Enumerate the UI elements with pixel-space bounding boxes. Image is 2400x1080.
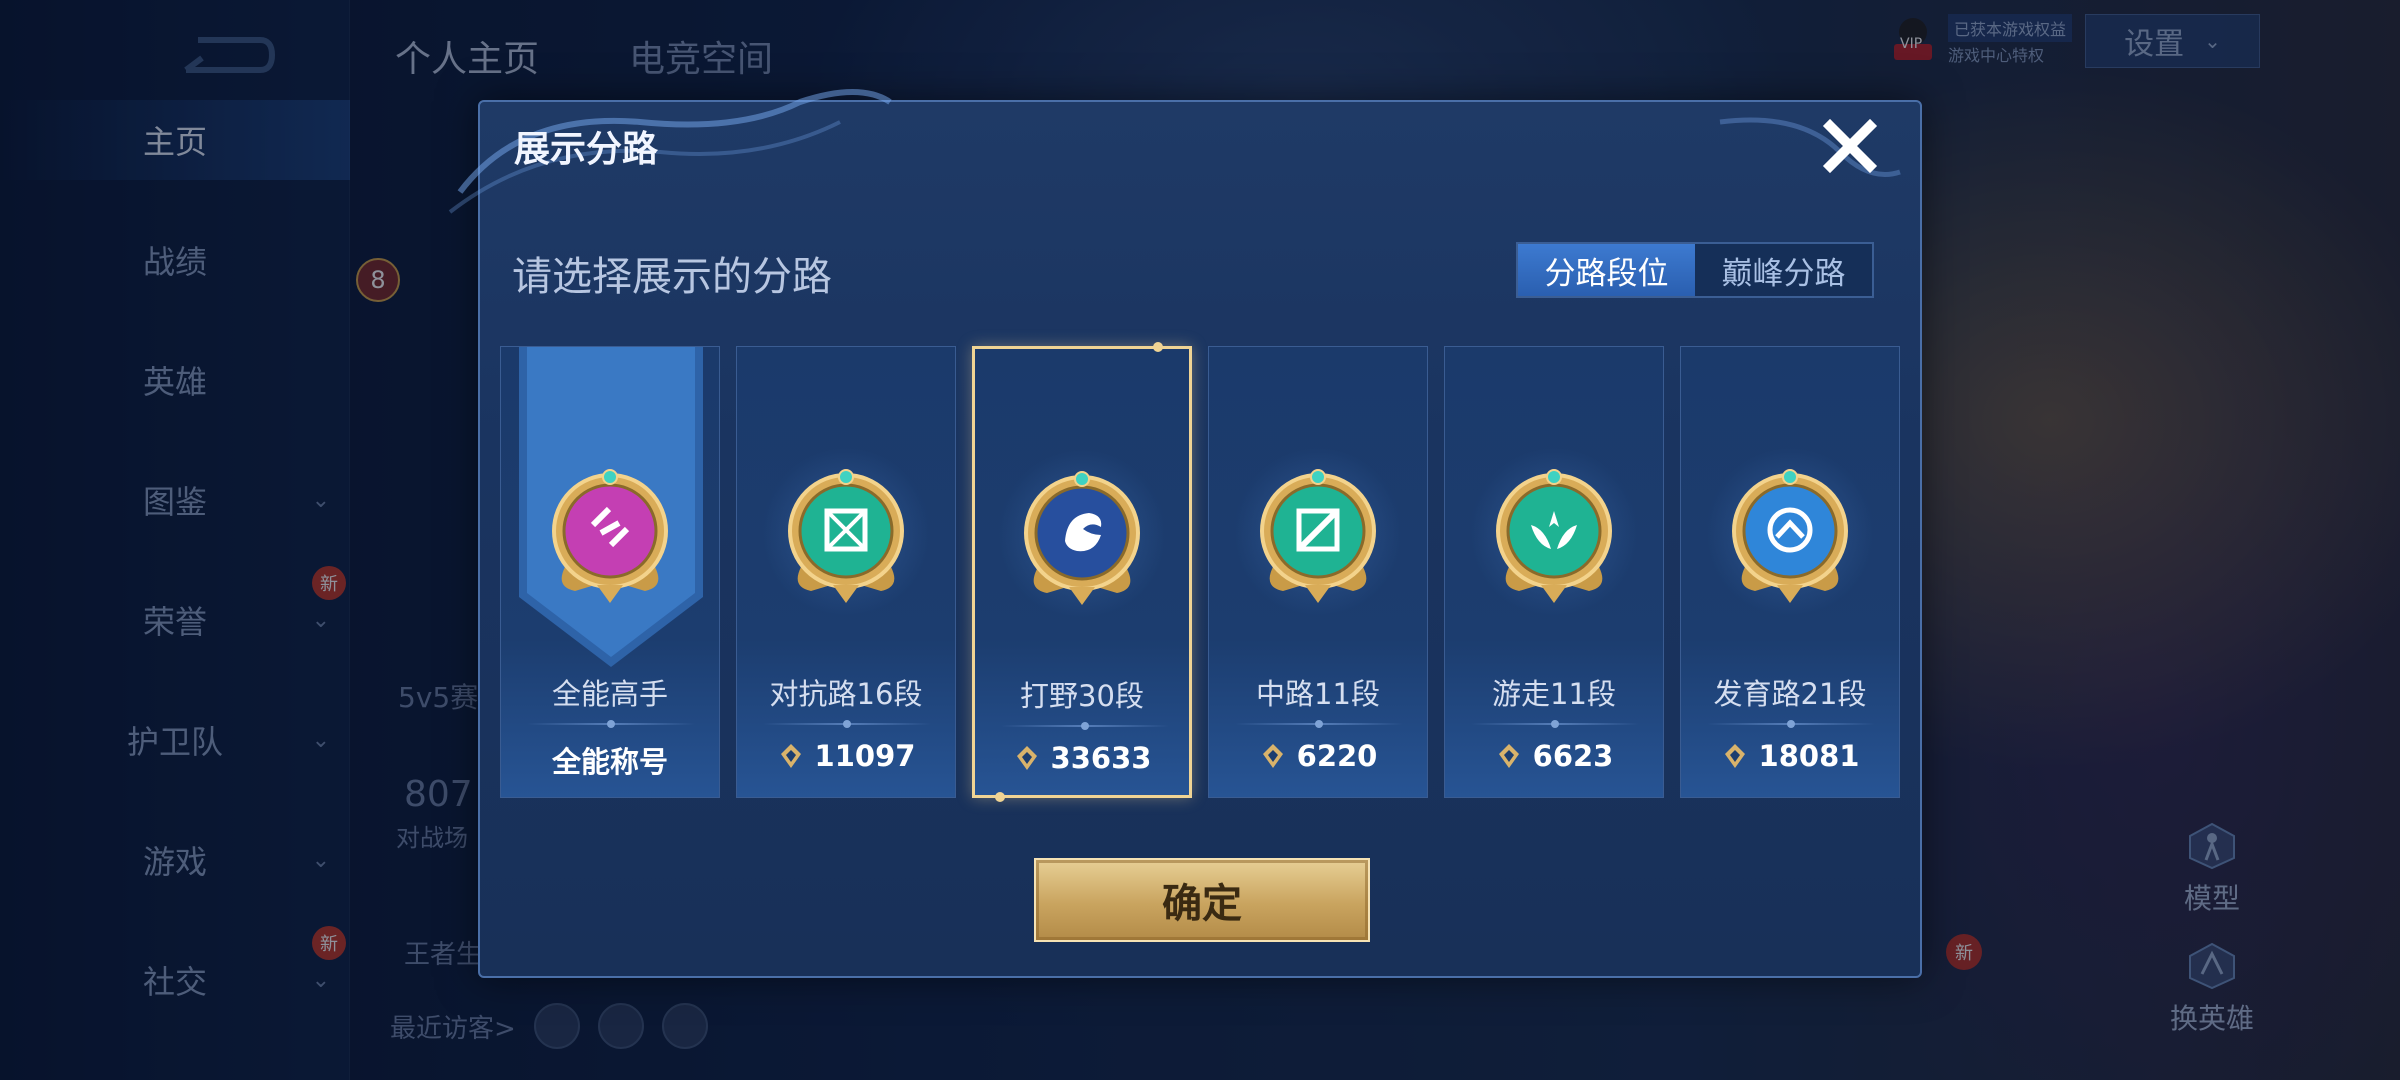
points-icon	[1262, 744, 1283, 768]
clash-lane-emblem-icon	[788, 469, 904, 603]
dialog-title: 展示分路	[514, 129, 659, 170]
lane-value-text: 18081	[1758, 739, 1860, 773]
lane-value: 11097	[737, 739, 955, 773]
divider	[1001, 722, 1169, 730]
corner-dot	[1153, 342, 1163, 352]
lane-value-text: 全能称号	[551, 745, 668, 779]
lane-card[interactable]: 打野30段 33633	[972, 342, 1192, 802]
lane-card[interactable]: 全能高手 全能称号	[500, 346, 720, 798]
corner-dot	[995, 792, 1005, 802]
lane-value: 6220	[1209, 739, 1427, 773]
display-lane-dialog: 展示分路 请选择展示的分路 分路段位 巅峰分路 全能高手 全能称号 对抗路16段 11…	[448, 89, 1922, 978]
lane-value: 33633	[975, 741, 1189, 775]
divider	[1471, 720, 1639, 728]
tab-lane-rank[interactable]: 分路段位	[1518, 244, 1695, 296]
mid-lane-emblem-icon	[1260, 469, 1376, 603]
lane-value-text: 6220	[1296, 739, 1378, 773]
lane-card[interactable]: 对抗路16段 11097	[736, 346, 956, 798]
lane-value: 全能称号	[501, 739, 719, 781]
lane-value-text: 33633	[1050, 741, 1152, 775]
lane-card[interactable]: 游走11段 6623	[1444, 346, 1664, 798]
points-icon	[1724, 744, 1745, 768]
divider	[1235, 720, 1403, 728]
lane-label: 中路11段	[1256, 677, 1380, 711]
points-icon	[1016, 746, 1037, 770]
lane-type-toggle: 分路段位 巅峰分路	[1516, 242, 1874, 298]
decorative-swirl	[1719, 117, 1901, 177]
lane-label: 游走11段	[1492, 677, 1616, 711]
lane-label: 全能高手	[551, 677, 668, 711]
lane-card[interactable]: 发育路21段 18081	[1680, 346, 1900, 798]
points-icon	[1498, 744, 1519, 768]
points-icon	[780, 744, 801, 768]
confirm-button[interactable]: 确定	[1034, 858, 1370, 942]
lane-card[interactable]: 中路11段 6220	[1208, 346, 1428, 798]
lane-value-text: 6623	[1532, 739, 1614, 773]
lane-card-list: 全能高手 全能称号 对抗路16段 11097 打野30段 33633 中路11段 6220 游走…	[500, 342, 1910, 802]
all-round-emblem-icon	[552, 469, 668, 603]
tab-peak-lane[interactable]: 巅峰分路	[1695, 244, 1872, 296]
jungle-emblem-icon	[1024, 471, 1140, 605]
lane-label: 发育路21段	[1713, 677, 1867, 711]
lane-value: 6623	[1445, 739, 1663, 773]
divider	[1707, 720, 1875, 728]
divider	[527, 720, 695, 728]
lane-value-text: 11097	[814, 739, 916, 773]
lane-value: 18081	[1681, 739, 1899, 773]
dialog-subtitle: 请选择展示的分路	[512, 254, 832, 300]
divider	[763, 720, 931, 728]
roam-emblem-icon	[1496, 469, 1612, 603]
lane-label: 对抗路16段	[769, 677, 923, 711]
lane-label: 打野30段	[1020, 679, 1144, 713]
farm-lane-emblem-icon	[1732, 469, 1848, 603]
decorative-swirl	[448, 89, 892, 214]
close-icon[interactable]	[1820, 116, 1880, 176]
